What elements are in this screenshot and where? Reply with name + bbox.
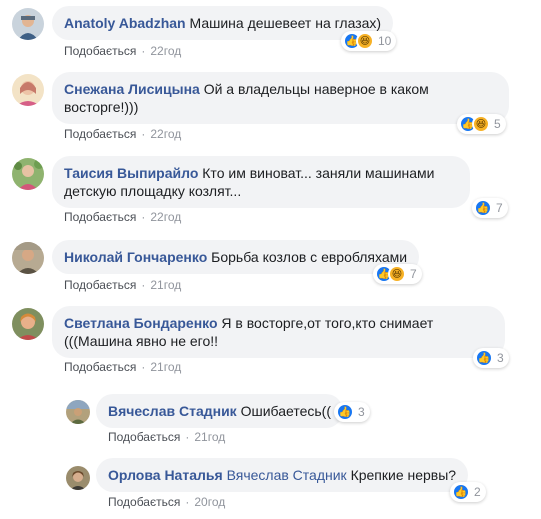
like-button[interactable]: Подобається [64, 360, 136, 374]
reaction-summary[interactable]: 👍 😆 7 [373, 264, 422, 284]
comment-author[interactable]: Николай Гончаренко [64, 249, 207, 265]
comment-bubble: Снежана Лисицына Ой а владельцы наверное… [52, 72, 509, 124]
comment: Светлана Бондаренко Я в восторге,от того… [0, 300, 541, 380]
like-icon: 👍 [452, 483, 470, 501]
comment-meta: Подобається · 22год [64, 127, 182, 141]
reaction-summary[interactable]: 👍 3 [334, 402, 370, 422]
comment-text: Крепкие нервы? [350, 467, 457, 483]
comment-text: Борьба козлов с евробляхами [211, 249, 408, 265]
avatar[interactable] [12, 158, 44, 190]
mention-link[interactable]: Вячеслав Стадник [227, 467, 347, 483]
comment-author[interactable]: Таисия Выпирайло [64, 165, 198, 181]
timestamp[interactable]: 21год [194, 430, 225, 444]
comment-text: Я в восторге,от того,кто снимает [221, 315, 434, 331]
comment-bubble: Вячеслав Стадник Ошибаетесь(( [96, 394, 343, 428]
timestamp[interactable]: 20год [194, 495, 225, 509]
reaction-count: 7 [410, 267, 417, 281]
reaction-summary[interactable]: 👍 2 [450, 482, 486, 502]
comment-text: Ошибаетесь(( [240, 403, 331, 419]
reaction-count: 3 [497, 351, 504, 365]
like-button[interactable]: Подобається [108, 495, 180, 509]
reaction-summary[interactable]: 👍 3 [473, 348, 509, 368]
comment-text: Ой а владельцы наверное в каком [203, 81, 429, 97]
comment-text: Машина дешевеет на глазах) [189, 15, 382, 31]
comment-text-continued: восторге!))) [64, 99, 139, 115]
avatar[interactable] [12, 242, 44, 274]
reaction-count: 10 [378, 34, 392, 48]
like-icon: 👍 [474, 199, 492, 217]
like-button[interactable]: Подобається [108, 430, 180, 444]
comment-text-continued: (((Машина явно не его!! [64, 333, 219, 349]
timestamp[interactable]: 21год [150, 360, 181, 374]
comment-bubble: Орлова Наталья Вячеслав Стадник Крепкие … [96, 458, 469, 492]
reply: Орлова Наталья Вячеслав Стадник Крепкие … [0, 454, 541, 514]
comment-bubble: Николай Гончаренко Борьба козлов с евроб… [52, 240, 420, 274]
comment-author[interactable]: Anatoly Abadzhan [64, 15, 186, 31]
comment-meta: Подобається · 21год [108, 430, 226, 444]
avatar[interactable] [12, 308, 44, 340]
comment: Таисия Выпирайло Кто им виноват... занял… [0, 150, 541, 230]
comment-author[interactable]: Снежана Лисицына [64, 81, 200, 97]
comment-author[interactable]: Орлова Наталья [108, 467, 223, 483]
comment-meta: Подобається · 20год [108, 495, 226, 509]
like-button[interactable]: Подобається [64, 127, 136, 141]
haha-icon: 😆 [472, 115, 490, 133]
comment-author[interactable]: Светлана Бондаренко [64, 315, 218, 331]
reaction-count: 2 [474, 485, 481, 499]
reaction-summary[interactable]: 👍 😆 10 [341, 31, 397, 51]
comment-author[interactable]: Вячеслав Стадник [108, 403, 237, 419]
avatar[interactable] [66, 466, 90, 490]
comment-text-continued: детскую площадку козлят... [64, 183, 242, 199]
haha-icon: 😆 [356, 32, 374, 50]
timestamp[interactable]: 21год [150, 278, 181, 292]
avatar[interactable] [12, 74, 44, 106]
comment: Anatoly Abadzhan Машина дешевеет на глаз… [0, 0, 541, 62]
comment-text: Кто им виноват... заняли машинами [202, 165, 435, 181]
comment-meta: Подобається · 21год [64, 360, 182, 374]
like-button[interactable]: Подобається [64, 210, 136, 224]
like-button[interactable]: Подобається [64, 44, 136, 58]
timestamp[interactable]: 22год [150, 127, 181, 141]
reaction-count: 3 [358, 405, 365, 419]
timestamp[interactable]: 22год [150, 210, 181, 224]
comment: Снежана Лисицына Ой а владельцы наверное… [0, 66, 541, 146]
like-button[interactable]: Подобається [64, 278, 136, 292]
like-icon: 👍 [475, 349, 493, 367]
timestamp[interactable]: 22год [150, 44, 181, 58]
comment: Николай Гончаренко Борьба козлов с евроб… [0, 234, 541, 296]
avatar[interactable] [66, 400, 90, 424]
comment-bubble: Светлана Бондаренко Я в восторге,от того… [52, 306, 505, 358]
reaction-summary[interactable]: 👍 😆 5 [457, 114, 506, 134]
comment-meta: Подобається · 21год [64, 278, 182, 292]
comment-meta: Подобається · 22год [64, 44, 182, 58]
haha-icon: 😆 [388, 265, 406, 283]
comment-bubble: Таисия Выпирайло Кто им виноват... занял… [52, 156, 470, 208]
reply: Вячеслав Стадник Ошибаетесь(( 👍 3 Подоба… [0, 390, 541, 448]
reaction-summary[interactable]: 👍 7 [472, 198, 508, 218]
comment-meta: Подобається · 22год [64, 210, 182, 224]
avatar[interactable] [12, 8, 44, 40]
reaction-count: 5 [494, 117, 501, 131]
reaction-count: 7 [496, 201, 503, 215]
like-icon: 👍 [336, 403, 354, 421]
